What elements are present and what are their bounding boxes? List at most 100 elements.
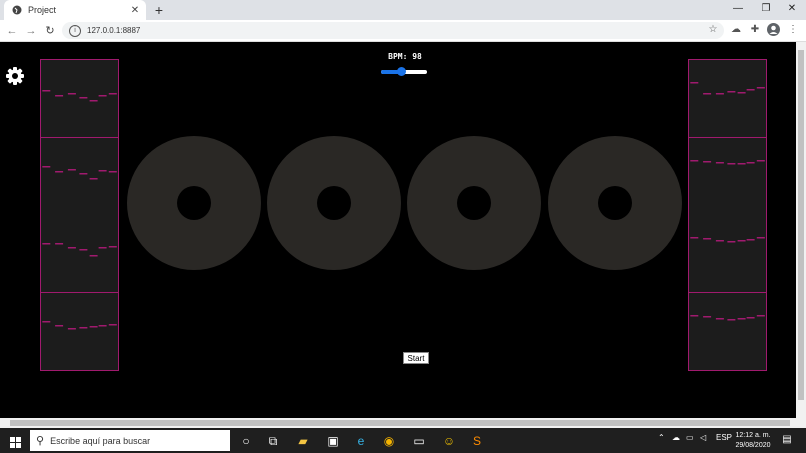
- star-icon[interactable]: ☆: [706, 23, 720, 37]
- sequencer-right: [688, 59, 767, 371]
- search-icon: ⚲: [36, 435, 45, 447]
- tab-close-icon[interactable]: ✕: [128, 5, 142, 16]
- sequencer-cell[interactable]: [689, 292, 766, 370]
- smiley-app-icon[interactable]: ☺: [440, 432, 458, 450]
- note-mark: [690, 237, 699, 239]
- sequencer-cell[interactable]: [41, 60, 118, 138]
- bpm-label: BPM: 98: [388, 52, 422, 61]
- sequencer-cell[interactable]: [689, 137, 766, 216]
- taskbar-search-box[interactable]: ⚲ Escribe aquí para buscar: [30, 430, 230, 451]
- note-mark: [715, 93, 724, 95]
- volume-icon[interactable]: ◁: [700, 433, 706, 442]
- cortana-icon[interactable]: ○: [237, 432, 255, 450]
- note-mark: [756, 314, 765, 316]
- file-explorer-icon[interactable]: ▰: [294, 432, 312, 450]
- note-mark: [715, 240, 724, 242]
- note-mark: [746, 161, 755, 163]
- note-mark: [727, 91, 736, 93]
- note-mark: [98, 95, 107, 97]
- note-mark: [98, 247, 107, 249]
- maximize-button[interactable]: ❐: [752, 0, 780, 20]
- bpm-slider[interactable]: [381, 67, 427, 76]
- forward-arrow-icon[interactable]: →: [23, 23, 39, 39]
- task-view-icon[interactable]: ⧉: [264, 432, 282, 450]
- browser-toolbar: ← → ↻ i 127.0.0.1:8887 ☆ ☁ ✚ ⋮: [0, 20, 806, 42]
- sublime-text-icon[interactable]: S: [468, 432, 486, 450]
- note-mark: [690, 159, 699, 161]
- note-mark: [703, 160, 712, 162]
- note-mark: [746, 316, 755, 318]
- minimize-button[interactable]: —: [724, 0, 752, 20]
- terminal-icon[interactable]: ▭: [410, 432, 428, 450]
- horizontal-scrollbar[interactable]: [0, 418, 806, 428]
- globe-icon: [12, 5, 22, 15]
- note-mark: [55, 95, 64, 97]
- note-mark: [98, 324, 107, 326]
- disc-hole: [317, 186, 351, 220]
- info-icon[interactable]: i: [69, 24, 81, 37]
- profile-avatar-icon[interactable]: [766, 23, 780, 37]
- note-mark: [108, 323, 117, 325]
- note-mark: [67, 327, 76, 329]
- back-arrow-icon[interactable]: ←: [4, 23, 20, 39]
- scroll-thumb[interactable]: [798, 50, 804, 400]
- note-mark: [703, 238, 712, 240]
- disc-hole: [457, 186, 491, 220]
- start-button[interactable]: Start: [403, 352, 429, 364]
- windows-taskbar: ⚲ Escribe aquí para buscar ○ ⧉ ▰ ▣ e ◉ ▭…: [0, 428, 806, 453]
- search-placeholder: Escribe aquí para buscar: [50, 435, 151, 446]
- note-mark: [756, 237, 765, 239]
- sequencer-cell[interactable]: [41, 137, 118, 216]
- disc-hole: [177, 186, 211, 220]
- turntable-disc-2[interactable]: [267, 136, 401, 270]
- browser-tab[interactable]: Project ✕: [4, 0, 146, 20]
- tray-chevron-icon[interactable]: ⌃: [658, 433, 665, 442]
- turntable-disc-3[interactable]: [407, 136, 541, 270]
- note-mark: [737, 162, 746, 164]
- address-bar[interactable]: i 127.0.0.1:8887: [62, 22, 724, 39]
- close-window-button[interactable]: ✕: [778, 0, 806, 20]
- slider-knob[interactable]: [397, 67, 407, 76]
- system-clock[interactable]: 12:12 a. m. 29/08/2020: [733, 431, 773, 451]
- clock-time: 12:12 a. m.: [735, 432, 771, 439]
- edge-icon[interactable]: e: [352, 432, 370, 450]
- menu-dots-icon[interactable]: ⋮: [786, 23, 800, 37]
- note-mark: [715, 161, 724, 163]
- reload-icon[interactable]: ↻: [42, 23, 58, 39]
- chrome-icon[interactable]: ◉: [380, 432, 398, 450]
- scroll-thumb[interactable]: [10, 420, 790, 426]
- note-mark: [55, 324, 64, 326]
- note-mark: [756, 87, 765, 89]
- turntable-disc-4[interactable]: [548, 136, 682, 270]
- new-tab-button[interactable]: +: [152, 2, 166, 18]
- sequencer-cell[interactable]: [41, 292, 118, 370]
- note-mark: [690, 314, 699, 316]
- settings-gear-icon[interactable]: [5, 66, 25, 86]
- cloud-extension-icon[interactable]: ☁: [729, 23, 743, 37]
- turntable-disc-1[interactable]: [127, 136, 261, 270]
- battery-icon[interactable]: ▭: [686, 433, 694, 442]
- vertical-scrollbar[interactable]: [796, 42, 806, 418]
- note-mark: [108, 246, 117, 248]
- store-icon[interactable]: ▣: [324, 432, 342, 450]
- note-mark: [79, 97, 88, 99]
- note-mark: [42, 243, 51, 245]
- note-mark: [737, 92, 746, 94]
- note-mark: [89, 177, 98, 179]
- note-mark: [42, 320, 51, 322]
- note-mark: [756, 159, 765, 161]
- sequencer-cell[interactable]: [689, 215, 766, 293]
- tab-title: Project: [28, 5, 57, 15]
- language-indicator[interactable]: ESP: [716, 433, 732, 442]
- note-mark: [42, 165, 51, 167]
- cloud-tray-icon[interactable]: ☁: [672, 433, 680, 442]
- notification-icon[interactable]: ▤: [781, 434, 793, 446]
- note-mark: [55, 170, 64, 172]
- sequencer-cell[interactable]: [41, 215, 118, 293]
- note-mark: [108, 170, 117, 172]
- sequencer-cell[interactable]: [689, 60, 766, 138]
- note-mark: [690, 82, 699, 84]
- puzzle-extensions-icon[interactable]: ✚: [748, 23, 762, 37]
- windows-start-icon[interactable]: [10, 435, 21, 448]
- note-mark: [42, 90, 51, 92]
